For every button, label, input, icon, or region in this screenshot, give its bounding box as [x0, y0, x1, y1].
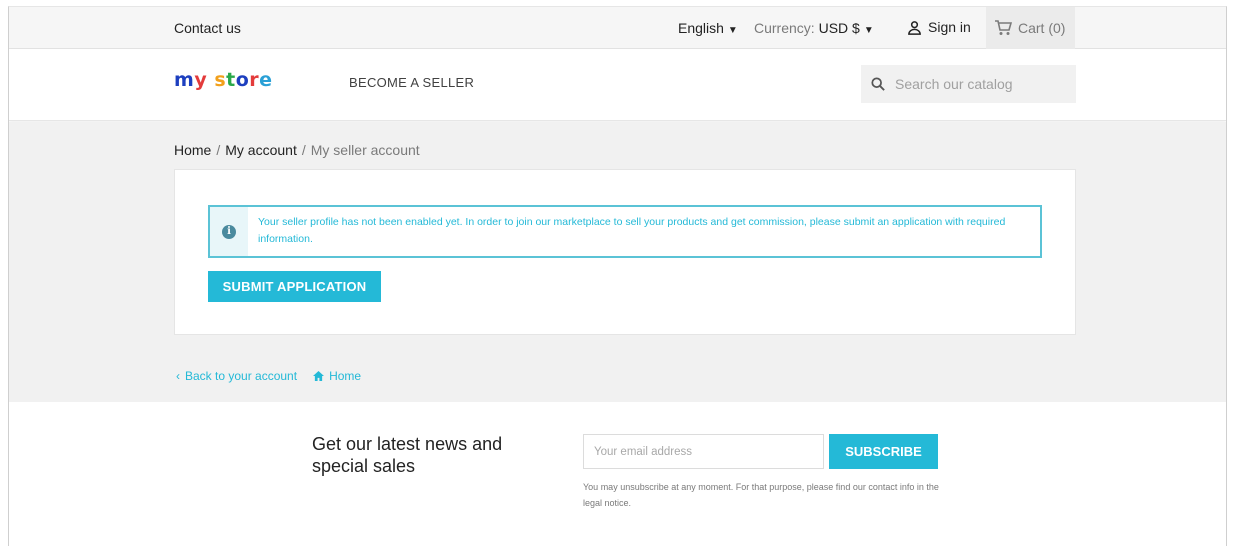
home-icon — [313, 371, 325, 381]
logo-letter: y — [194, 69, 208, 91]
logo-letter: r — [249, 69, 260, 91]
user-icon — [908, 20, 921, 35]
breadcrumb: Home / My account / My seller account — [174, 142, 420, 158]
submit-application-button[interactable]: SUBMIT APPLICATION — [208, 271, 381, 302]
site-header: my store BECOME A SELLER — [9, 49, 1226, 121]
sign-in-link[interactable]: Sign in — [907, 19, 971, 35]
back-to-account-label: Back to your account — [185, 369, 298, 383]
cart-icon — [995, 20, 1012, 35]
sign-in-label: Sign in — [928, 19, 971, 35]
browser-frame: Contact us English ▼ Currency: USD $ ▼ Sig… — [8, 6, 1227, 546]
seller-account-card: i Your seller profile has not been enabl… — [174, 169, 1076, 335]
logo-letter: o — [235, 69, 250, 91]
logo-letter: t — [226, 69, 236, 91]
search-icon[interactable] — [871, 77, 885, 91]
breadcrumb-home[interactable]: Home — [174, 142, 211, 158]
alert-icon-box: i — [210, 207, 248, 256]
currency-value: USD $ — [818, 20, 860, 36]
store-logo[interactable]: my store — [174, 69, 273, 91]
newsletter-email-input[interactable] — [583, 434, 824, 469]
main-content: Home / My account / My seller account i Your… — [9, 122, 1226, 402]
breadcrumb-my-account[interactable]: My account — [225, 142, 297, 158]
caret-down-icon: ▼ — [863, 25, 874, 36]
contact-us-link[interactable]: Contact us — [174, 20, 241, 36]
search-input[interactable] — [895, 76, 1065, 92]
subscribe-button[interactable]: SUBSCRIBE — [829, 434, 938, 469]
become-seller-link[interactable]: BECOME A SELLER — [349, 75, 474, 90]
home-link[interactable]: Home — [313, 369, 361, 383]
info-alert: i Your seller profile has not been enabl… — [208, 205, 1042, 258]
logo-letter: m — [174, 69, 195, 91]
home-label: Home — [329, 369, 362, 383]
logo-letter: s — [214, 69, 227, 91]
alert-message: Your seller profile has not been enabled… — [258, 216, 1006, 245]
breadcrumb-separator: / — [301, 142, 306, 158]
newsletter-conditions: You may unsubscribe at any moment. For t… — [583, 482, 939, 508]
currency-label: Currency: — [754, 20, 815, 36]
caret-down-icon: ▼ — [727, 25, 738, 36]
account-links: ‹ Back to your account Home — [176, 369, 361, 383]
logo-letter: e — [259, 69, 273, 91]
info-icon: i — [222, 224, 236, 239]
back-to-account-link[interactable]: ‹ Back to your account — [176, 369, 297, 383]
breadcrumb-current: My seller account — [310, 142, 420, 158]
logo-letter — [207, 69, 214, 91]
breadcrumb-separator: / — [216, 142, 221, 158]
currency-selector[interactable]: Currency: USD $ ▼ — [754, 20, 874, 36]
cart-button[interactable]: Cart (0) — [986, 7, 1075, 49]
language-label: English — [678, 20, 724, 36]
chevron-left-icon: ‹ — [176, 369, 180, 383]
search-box — [861, 65, 1076, 103]
newsletter-title: Get our latest news and special sales — [312, 434, 503, 476]
cart-label: Cart (0) — [1018, 20, 1066, 36]
top-nav-bar: Contact us English ▼ Currency: USD $ ▼ Sig… — [9, 7, 1226, 49]
language-selector[interactable]: English ▼ — [678, 20, 738, 36]
